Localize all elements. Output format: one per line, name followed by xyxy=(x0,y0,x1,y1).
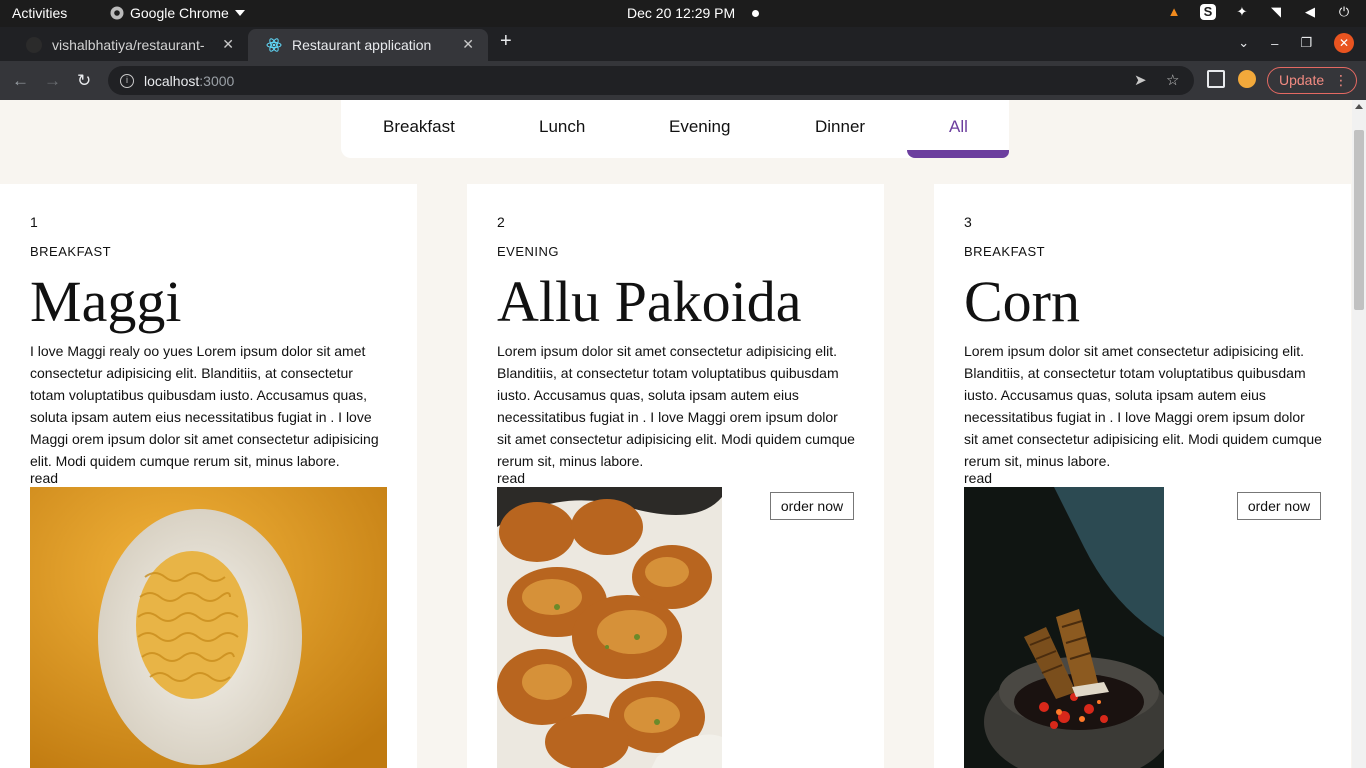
new-tab-icon[interactable]: + xyxy=(500,30,512,53)
profile-avatar[interactable] xyxy=(1238,70,1256,88)
send-icon[interactable]: ➤ xyxy=(1134,71,1147,89)
github-icon xyxy=(26,37,42,53)
close-window-icon[interactable]: ✕ xyxy=(1334,33,1354,53)
order-now-button[interactable]: order now xyxy=(770,492,854,520)
food-image-maggi xyxy=(30,487,387,768)
vlc-icon[interactable]: ▲ xyxy=(1166,4,1182,20)
menu-item-breakfast[interactable]: Breakfast xyxy=(383,117,455,137)
app-menu-label: Google Chrome xyxy=(130,5,229,21)
menu-item-all[interactable]: All xyxy=(949,117,968,137)
food-image-pakoda xyxy=(497,487,722,768)
system-top-bar: Activities Google Chrome Dec 20 12:29 PM… xyxy=(0,0,1366,27)
react-icon xyxy=(266,38,282,52)
update-label: Update xyxy=(1279,72,1325,88)
update-button[interactable]: Update ⋮ xyxy=(1267,67,1357,94)
menu-item-dinner[interactable]: Dinner xyxy=(815,117,865,137)
volume-icon[interactable]: ◀ xyxy=(1302,4,1318,20)
minimize-icon[interactable]: – xyxy=(1271,36,1278,51)
maximize-icon[interactable]: ❐ xyxy=(1300,35,1312,51)
tab-label: Restaurant application xyxy=(292,37,432,53)
tab-strip: vishalbhatiya/restaurant- ✕ Restaurant a… xyxy=(0,27,1366,61)
card-title: Maggi xyxy=(30,269,182,334)
card-category: BREAKFAST xyxy=(30,244,112,259)
activities-button[interactable]: Activities xyxy=(12,5,67,21)
close-tab-icon[interactable]: ✕ xyxy=(222,36,234,53)
page-viewport: Breakfast Lunch Evening Dinner All 1 BRE… xyxy=(0,100,1352,768)
chevron-down-icon xyxy=(234,10,245,16)
skype-icon[interactable]: S xyxy=(1200,4,1216,20)
read-link[interactable]: read xyxy=(964,470,992,486)
menu-card: 2 EVENING Allu Pakoida Lorem ipsum dolor… xyxy=(467,184,884,768)
extension-icon[interactable] xyxy=(1207,70,1225,88)
tab-github[interactable]: vishalbhatiya/restaurant- ✕ xyxy=(8,29,248,61)
food-image-corn xyxy=(964,487,1164,768)
menu-card: 3 BREAKFAST Corn Lorem ipsum dolor sit a… xyxy=(934,184,1351,768)
close-tab-icon[interactable]: ✕ xyxy=(462,36,474,53)
order-now-button[interactable]: order now xyxy=(1237,492,1321,520)
back-icon[interactable]: ← xyxy=(12,71,29,91)
clock[interactable]: Dec 20 12:29 PM xyxy=(627,5,735,21)
menu-card: 1 BREAKFAST Maggi I love Maggi realy oo … xyxy=(0,184,417,768)
card-description: I love Maggi realy oo yues Lorem ipsum d… xyxy=(30,343,379,469)
menu-item-lunch[interactable]: Lunch xyxy=(539,117,585,137)
menu-item-evening[interactable]: Evening xyxy=(669,117,730,137)
chrome-icon xyxy=(110,6,124,20)
site-info-icon[interactable]: i xyxy=(120,73,134,88)
card-number: 1 xyxy=(30,214,38,230)
scroll-up-icon[interactable] xyxy=(1355,104,1363,109)
forward-icon[interactable]: → xyxy=(44,71,61,91)
app-menu[interactable]: Google Chrome xyxy=(110,5,245,21)
card-category: EVENING xyxy=(497,244,560,259)
scroll-thumb[interactable] xyxy=(1354,130,1364,310)
tab-restaurant[interactable]: Restaurant application ✕ xyxy=(248,29,488,61)
bookmark-star-icon[interactable]: ☆ xyxy=(1166,71,1179,89)
more-menu-icon[interactable]: ⋮ xyxy=(1334,68,1348,93)
url-host: localhost xyxy=(144,72,200,89)
category-menu: Breakfast Lunch Evening Dinner All xyxy=(341,100,1009,158)
active-menu-indicator xyxy=(907,150,1009,158)
card-number: 3 xyxy=(964,214,972,230)
accessibility-icon[interactable]: ✦ xyxy=(1234,4,1250,20)
url-port: :3000 xyxy=(199,72,235,89)
url-input[interactable]: i localhost:3000 ➤ ☆ xyxy=(108,66,1194,95)
read-link[interactable]: read xyxy=(30,470,58,486)
card-number: 2 xyxy=(497,214,505,230)
card-category: BREAKFAST xyxy=(964,244,1046,259)
card-description: Lorem ipsum dolor sit amet consectetur a… xyxy=(497,343,855,469)
card-description: Lorem ipsum dolor sit amet consectetur a… xyxy=(964,343,1322,469)
tab-search-icon[interactable]: ⌄ xyxy=(1238,35,1249,51)
power-icon[interactable]: ⏻ xyxy=(1336,4,1352,20)
system-tray: ▲ S ✦ ◥ ◀ ⏻ xyxy=(1166,4,1352,20)
read-link[interactable]: read xyxy=(497,470,525,486)
notification-dot xyxy=(752,10,759,17)
page-scrollbar[interactable] xyxy=(1352,100,1366,768)
window-controls: ⌄ – ❐ ✕ xyxy=(1238,33,1354,53)
address-bar-row: ← → ↻ i localhost:3000 ➤ ☆ xyxy=(0,61,1366,100)
wifi-icon[interactable]: ◥ xyxy=(1268,4,1284,20)
card-title: Allu Pakoida xyxy=(497,269,802,334)
tab-label: vishalbhatiya/restaurant- xyxy=(52,37,205,53)
reload-icon[interactable]: ↻ xyxy=(77,71,91,91)
card-title: Corn xyxy=(964,269,1080,334)
